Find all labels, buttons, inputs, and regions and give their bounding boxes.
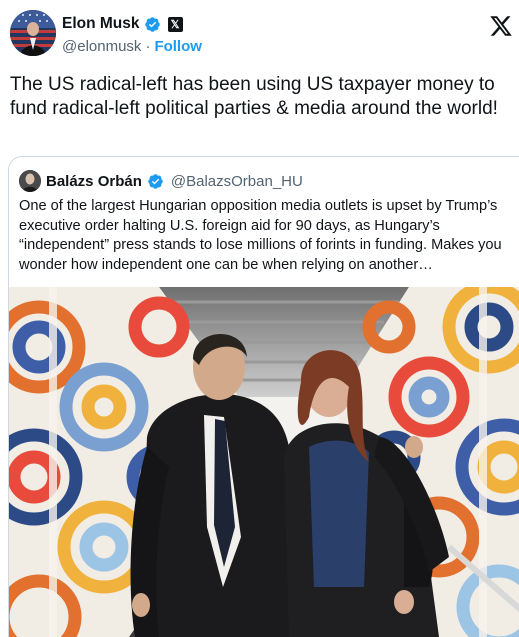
author-handle-row: @elonmusk · Follow (62, 38, 202, 55)
author-avatar[interactable] (10, 10, 56, 56)
tweet-header: Elon Musk 𝕏 @elonmusk · Follow (10, 10, 515, 60)
follow-button[interactable]: Follow (154, 38, 202, 55)
author-name[interactable]: Elon Musk (62, 15, 140, 33)
author-name-row: Elon Musk 𝕏 (62, 15, 183, 33)
quoted-photo[interactable] (9, 287, 519, 637)
author-handle[interactable]: @elonmusk (62, 38, 141, 55)
quoted-author-avatar[interactable] (19, 170, 41, 192)
quoted-tweet[interactable]: Balázs Orbán @BalazsOrban_HU One of the … (8, 156, 519, 637)
affiliate-x-badge: 𝕏 (167, 16, 183, 32)
quoted-author-handle[interactable]: @BalazsOrban_HU (171, 173, 303, 190)
handle-separator: · (145, 38, 151, 55)
verified-badge-icon (148, 173, 163, 189)
quoted-author-name[interactable]: Balázs Orbán (46, 173, 142, 190)
tweet-text: The US radical-left has been using US ta… (10, 74, 498, 119)
x-logo-icon[interactable] (489, 14, 513, 38)
verified-badge-icon (144, 16, 160, 32)
quoted-text: One of the largest Hungarian opposition … (19, 198, 502, 273)
quoted-header: Balázs Orbán @BalazsOrban_HU (19, 170, 303, 192)
